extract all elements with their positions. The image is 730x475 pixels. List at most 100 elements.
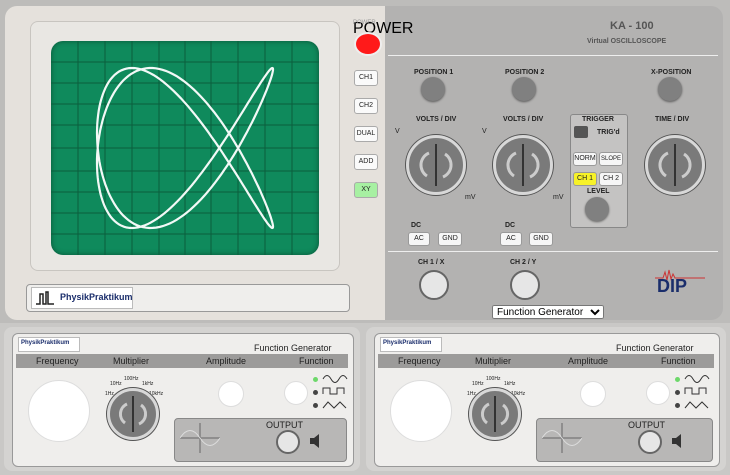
ch1-mode-button[interactable]: CH1 [354, 70, 378, 86]
input2-label: CH 2 / Y [510, 259, 537, 266]
dc-label-1: DC [411, 222, 422, 229]
ch2-mode-button[interactable]: CH2 [354, 98, 378, 114]
lissajous-trace [51, 41, 319, 255]
fg-mult-tick-100hz: 100Hz [124, 376, 139, 382]
model-title: KA - 100 [610, 20, 654, 32]
speaker-icon[interactable] [670, 433, 684, 449]
fg-frequency-knob[interactable] [390, 380, 452, 442]
fg-function-knob[interactable] [284, 381, 308, 405]
fg-output-connector[interactable] [276, 430, 300, 454]
fg-sine-preview-icon [180, 423, 220, 453]
power-label-text: POWER [353, 20, 376, 26]
fg-frequency-label: Frequency [398, 356, 441, 366]
physik-logo-icon [34, 290, 56, 306]
brand-bar: PhysikPraktikum [26, 284, 350, 312]
volts-div-1-dial[interactable] [406, 135, 466, 195]
position1-label: POSITION 1 [414, 69, 454, 76]
position2-knob[interactable] [512, 77, 536, 101]
fg-function-label: Function [661, 356, 696, 366]
oscilloscope-screen [51, 41, 319, 255]
rotate-arrow-icon [118, 396, 148, 432]
xy-mode-button[interactable]: XY [354, 182, 378, 198]
volts-div-1-label: VOLTS / DIV [416, 116, 457, 123]
volts1-unit-v: V [395, 128, 400, 135]
slope-button[interactable]: SLOPE [599, 152, 623, 166]
gnd-button-1[interactable]: GND [438, 232, 462, 246]
fg-title: Function Generator [616, 343, 694, 353]
fg-brand-text: PhysikPraktikum [383, 340, 432, 346]
fg-function-knob[interactable] [646, 381, 670, 405]
fg-brand: PhysikPraktikum [18, 337, 80, 352]
fg-mult-tick-1khz: 1kHz [142, 381, 154, 387]
fg-amplitude-label: Amplitude [568, 356, 609, 366]
fg-brand-text: PhysikPraktikum [21, 340, 70, 346]
fg-multiplier-dial[interactable] [107, 388, 159, 440]
fg-sine-led [313, 377, 318, 382]
fg-amplitude-knob[interactable] [218, 381, 244, 407]
ch2-input-connector[interactable] [510, 270, 540, 300]
trigd-label: TRIG'd [597, 129, 620, 136]
source-select[interactable]: Function Generator [492, 305, 604, 319]
dip-logo: DIP [655, 268, 705, 300]
fg-amplitude-label: Amplitude [206, 356, 247, 366]
ch1-input-connector[interactable] [419, 270, 449, 300]
fg-mult-tick-1khz: 1kHz [504, 381, 516, 387]
fg-sine-led [675, 377, 680, 382]
rotate-arrow-icon [506, 144, 540, 186]
dual-mode-button[interactable]: DUAL [354, 126, 378, 142]
fg-output-connector[interactable] [638, 430, 662, 454]
trigger-ch1-button[interactable]: CH 1 [573, 172, 597, 186]
model-subtitle: Virtual OSCILLOSCOPE [587, 38, 667, 45]
xposition-label: X-POSITION [651, 69, 692, 76]
rotate-arrow-icon [480, 396, 510, 432]
rotate-arrow-icon [419, 144, 453, 186]
fg-waveforms-icon [684, 375, 710, 409]
fg-waveforms-icon [322, 375, 348, 409]
xposition-knob[interactable] [658, 77, 682, 101]
fg-frequency-knob[interactable] [28, 380, 90, 442]
position2-label: POSITION 2 [505, 69, 545, 76]
ac-button-2[interactable]: AC [500, 232, 522, 246]
level-knob[interactable] [585, 197, 609, 221]
position1-knob[interactable] [421, 77, 445, 101]
volts-div-2-dial[interactable] [493, 135, 553, 195]
fg-output-label: OUTPUT [628, 420, 665, 430]
fg-output-label: OUTPUT [266, 420, 303, 430]
time-div-dial[interactable] [645, 135, 705, 195]
fg-square-led [675, 390, 680, 395]
input1-label: CH 1 / X [418, 259, 445, 266]
fg-multiplier-label: Multiplier [113, 356, 150, 366]
speaker-icon[interactable] [308, 433, 322, 449]
ac-button-1[interactable]: AC [408, 232, 430, 246]
fg-frequency-label: Frequency [36, 356, 79, 366]
divider [388, 55, 718, 56]
volts2-unit-mv: mV [553, 194, 564, 201]
volts1-unit-mv: mV [465, 194, 476, 201]
gnd-button-2[interactable]: GND [529, 232, 553, 246]
norm-button[interactable]: NORM [573, 152, 597, 166]
level-label: LEVEL [587, 188, 610, 195]
brand-text: PhysikPraktikum [60, 292, 133, 302]
fg-amplitude-knob[interactable] [580, 381, 606, 407]
volts-div-2-label: VOLTS / DIV [503, 116, 544, 123]
trigger-ch2-button[interactable]: CH 2 [599, 172, 623, 186]
fg-sine-preview-icon [542, 423, 582, 453]
add-mode-button[interactable]: ADD [354, 154, 378, 170]
fg-multiplier-dial[interactable] [469, 388, 521, 440]
rotate-arrow-icon [658, 144, 692, 186]
power-button[interactable] [354, 32, 382, 56]
fg-triangle-led [675, 403, 680, 408]
volts2-unit-v: V [482, 128, 487, 135]
dip-logo-text: DIP [657, 276, 688, 296]
trigger-title: TRIGGER [582, 116, 614, 123]
fg-mult-tick-10hz: 10Hz [110, 381, 122, 387]
divider-2 [388, 251, 718, 252]
fg-multiplier-label: Multiplier [475, 356, 512, 366]
fg-square-led [313, 390, 318, 395]
fg-mult-tick-100hz: 100Hz [486, 376, 501, 382]
fg-title: Function Generator [254, 343, 332, 353]
fg-brand: PhysikPraktikum [380, 337, 442, 352]
fg-function-label: Function [299, 356, 334, 366]
slope-indicator-icon [574, 126, 588, 138]
brand-logo: PhysikPraktikum [31, 287, 133, 309]
